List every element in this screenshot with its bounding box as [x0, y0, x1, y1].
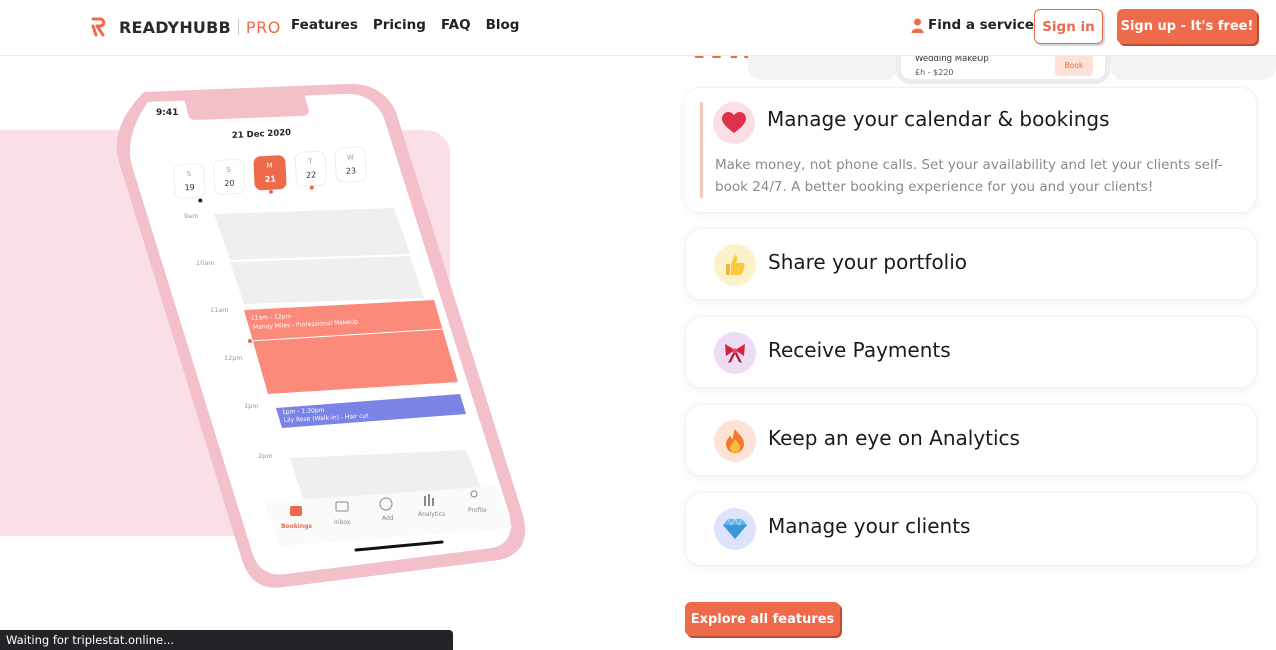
calendar-icon [290, 506, 302, 516]
thumbs-up-icon [714, 244, 756, 286]
site-header: READYHUBB PRO Features Pricing FAQ Blog … [0, 0, 1276, 56]
feature-card-calendar[interactable]: Manage your calendar & bookings Make mon… [685, 87, 1257, 213]
feature-card-portfolio[interactable]: Share your portfolio [685, 228, 1257, 300]
nav-blog[interactable]: Blog [486, 17, 520, 33]
hour-label: 12pm [224, 354, 243, 362]
hour-label: 11am [210, 306, 229, 314]
page: READYHUBB PRO Features Pricing FAQ Blog … [0, 0, 1276, 650]
day-number: 22 [306, 170, 317, 180]
feature-title: Share your portfolio [768, 250, 968, 274]
booking-price: £h - $220 [915, 68, 954, 77]
browser-status-bar: Waiting for triplestat.online... [0, 630, 453, 650]
find-service-label: Find a service [928, 17, 1035, 33]
phone-time: 9:41 [156, 108, 178, 118]
tab-label: Bookings [281, 523, 312, 530]
feature-card-clients[interactable]: Manage your clients [685, 492, 1257, 566]
feature-title: Manage your calendar & bookings [767, 107, 1110, 131]
person-icon [911, 18, 924, 33]
book-button[interactable]: Book [1055, 54, 1093, 76]
feature-description: Make money, not phone calls. Set your av… [715, 157, 1223, 195]
tab-label: Inbox [334, 519, 351, 526]
diamond-icon [714, 508, 756, 550]
active-indicator [700, 102, 703, 198]
day-number: 19 [184, 183, 195, 193]
feature-card-payments[interactable]: Receive Payments [685, 316, 1257, 388]
feature-title: Manage your clients [768, 514, 971, 538]
nav-features[interactable]: Features [291, 17, 358, 33]
logo[interactable]: READYHUBB PRO [90, 14, 281, 40]
phone-illustration: 9:41 21 Dec 2020 S 19 S 20 M 21 T 22 W 2… [116, 83, 526, 588]
tab-label: Profile [468, 507, 487, 514]
day-number: 20 [224, 179, 235, 189]
hour-label: 10am [196, 259, 215, 267]
day-letter-selected: M [266, 162, 272, 170]
find-service-link[interactable]: Find a service [911, 17, 1034, 33]
fire-icon [714, 420, 756, 462]
feature-title: Receive Payments [768, 338, 951, 362]
tab-label: Analytics [418, 511, 445, 518]
sign-in-button[interactable]: Sign in [1034, 9, 1103, 44]
day-number-selected: 21 [265, 174, 277, 184]
hour-label: 9am [184, 212, 198, 220]
tab-label: Add [382, 515, 394, 522]
explore-features-button[interactable]: Explore all features [685, 602, 840, 636]
nav-pricing[interactable]: Pricing [373, 17, 426, 33]
bar-chart-icon [424, 496, 426, 506]
ribbon-bow-icon [714, 332, 756, 374]
phone-mockup: 9:41 21 Dec 2020 S 19 S 20 M 21 T 22 W 2… [104, 82, 544, 602]
logo-divider [237, 19, 239, 35]
heart-icon [713, 102, 755, 144]
hour-label: 1pm [244, 402, 259, 410]
brand-name: READYHUBB [119, 17, 231, 37]
nav-faq[interactable]: FAQ [441, 17, 471, 33]
hour-label: 2pm [258, 452, 273, 460]
sign-up-button[interactable]: Sign up - It's free! [1117, 9, 1257, 44]
day-letter: W [347, 153, 354, 161]
readyhubb-logo-icon [91, 17, 106, 37]
main-nav: Features Pricing FAQ Blog [291, 17, 534, 33]
feature-card-analytics[interactable]: Keep an eye on Analytics [685, 404, 1257, 476]
feature-title: Keep an eye on Analytics [768, 426, 1020, 450]
brand-suffix: PRO [245, 17, 281, 37]
day-number: 23 [346, 166, 357, 176]
